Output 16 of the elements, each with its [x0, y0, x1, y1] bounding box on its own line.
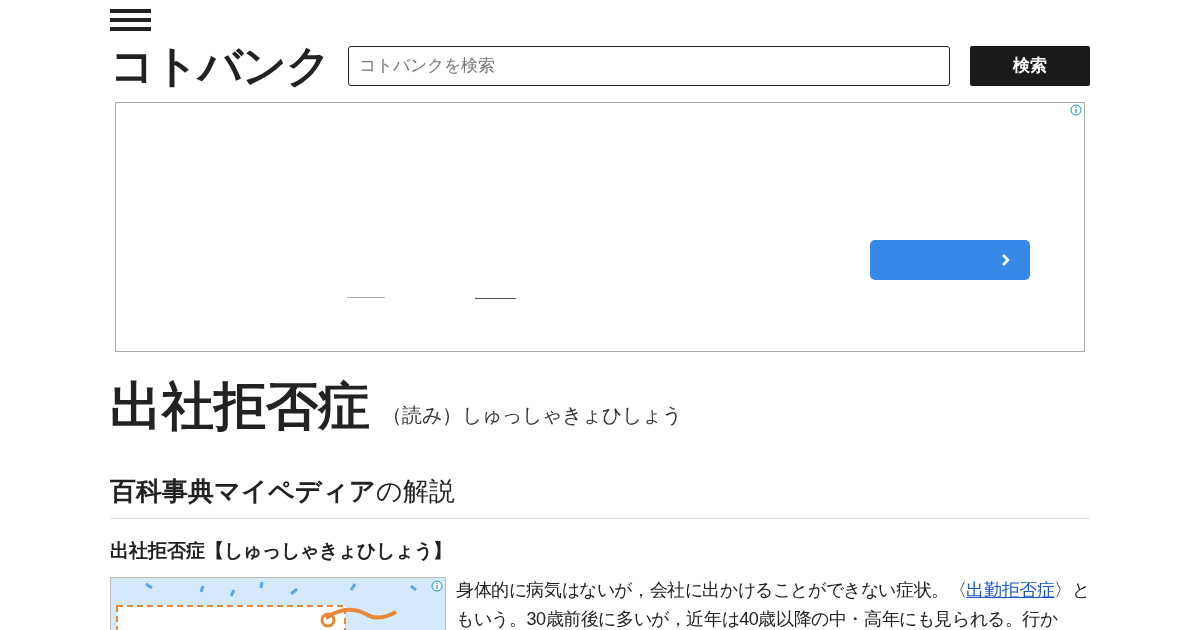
entry-subheading: 出社拒否症【しゅっしゃきょひしょう】: [110, 539, 453, 563]
info-icon[interactable]: [431, 579, 443, 592]
entry-paragraph: 身体的に病気はないが，会社に出かけることができない症状。〈出勤拒否症〉ともいう。30歳前後に多いが，近年は40歳以降の中・高年にも見られる。行か: [456, 578, 1090, 630]
entry-title: 出社拒否症: [110, 380, 370, 432]
chevron-right-icon: [1001, 253, 1010, 267]
menu-icon[interactable]: [110, 9, 151, 31]
search-button[interactable]: 検索: [970, 46, 1090, 86]
site-logo[interactable]: コトバンク: [110, 44, 348, 88]
placeholder-line: [475, 298, 516, 299]
info-icon[interactable]: [1070, 104, 1082, 116]
ad-banner[interactable]: [115, 102, 1085, 352]
placeholder-line: [347, 297, 385, 298]
term-link[interactable]: 出勤拒否症: [966, 579, 1055, 600]
entry-reading: （読み）しゅっしゃきょひしょう: [382, 403, 682, 428]
search-field[interactable]: コトバンクを検索: [348, 46, 950, 86]
section-heading: 百科事典マイペディアの解説: [110, 478, 1090, 519]
